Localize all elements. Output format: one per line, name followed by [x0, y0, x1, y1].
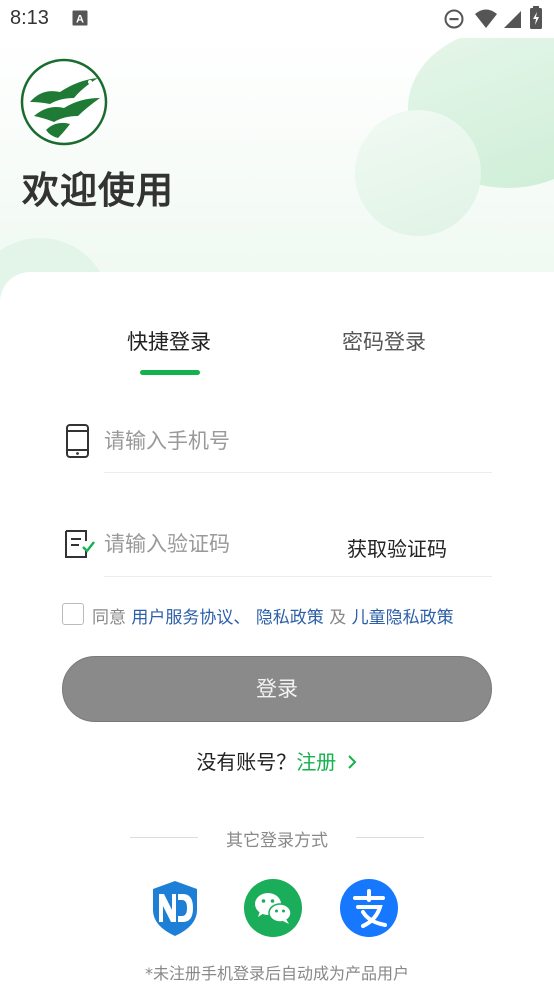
- status-time: 8:13: [10, 7, 49, 29]
- notification-a-icon: A: [72, 10, 88, 26]
- do-not-disturb-icon: [444, 9, 464, 29]
- verification-code-icon: [65, 530, 95, 558]
- code-divider: [104, 576, 492, 577]
- phone-divider: [104, 472, 492, 473]
- agree-prefix: 同意: [92, 608, 126, 628]
- wechat-icon[interactable]: [243, 878, 303, 938]
- chevron-right-icon[interactable]: [346, 754, 358, 770]
- welcome-title: 欢迎使用: [22, 169, 174, 212]
- phone-icon: [66, 424, 89, 458]
- alipay-icon[interactable]: [339, 878, 399, 938]
- agreement-text: 同意 用户服务协议、 隐私政策 及 儿童隐私政策: [92, 603, 454, 628]
- active-tab-indicator: [140, 370, 200, 375]
- tab-password-login[interactable]: 密码登录: [342, 326, 426, 356]
- login-button[interactable]: 登录: [62, 656, 492, 722]
- user-agreement-link[interactable]: 用户服务协议、: [131, 608, 250, 628]
- cell-signal-icon: [504, 11, 521, 28]
- battery-charging-icon: [530, 6, 542, 29]
- status-bar: 8:13 A: [0, 0, 554, 38]
- register-link[interactable]: 注册: [296, 750, 336, 774]
- wifi-icon: [475, 9, 497, 28]
- agree-and: 及: [329, 608, 347, 628]
- nd-logo-icon[interactable]: [145, 878, 205, 938]
- child-privacy-link[interactable]: 儿童隐私政策: [352, 608, 454, 628]
- privacy-policy-link[interactable]: 隐私政策: [256, 608, 324, 628]
- footnote: *未注册手机登录后自动成为产品用户: [144, 964, 409, 983]
- other-login-header: 其它登录方式: [130, 826, 424, 851]
- decor-circle: [355, 110, 481, 236]
- register-row: 没有账号？注册: [0, 746, 554, 775]
- divider-right: [356, 837, 424, 838]
- agreement-checkbox[interactable]: [62, 603, 84, 625]
- phone-input[interactable]: [104, 424, 484, 458]
- verification-code-input[interactable]: [104, 527, 324, 561]
- get-code-button[interactable]: 获取验证码: [347, 533, 447, 562]
- other-login-title: 其它登录方式: [226, 831, 328, 851]
- svg-text:A: A: [76, 14, 84, 26]
- tab-quick-login[interactable]: 快捷登录: [127, 326, 211, 356]
- app-logo: [20, 58, 108, 146]
- no-account-text: 没有账号？: [196, 750, 297, 774]
